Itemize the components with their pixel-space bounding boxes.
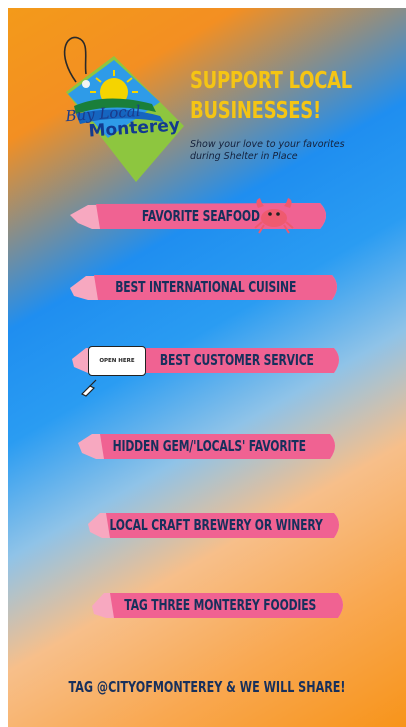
prompt-label: HIDDEN GEM/'LOCALS' FAVORITE bbox=[112, 437, 306, 455]
subline-line-1: Show your love to your favorites bbox=[190, 139, 345, 150]
subline-line-2: during Shelter in Place bbox=[190, 151, 298, 162]
prompt-label: BEST INTERNATIONAL CUISINE bbox=[115, 278, 297, 296]
prompt-local-craft-brewery: LOCAL CRAFT BREWERY OR WINERY bbox=[88, 510, 344, 540]
headline-line-2: BUSINESSES! bbox=[190, 98, 321, 124]
prompt-tag-three-foodies: TAG THREE MONTEREY FOODIES bbox=[92, 590, 348, 620]
prompt-label: FAVORITE SEAFOOD bbox=[142, 207, 260, 225]
pointing-hand-icon bbox=[80, 379, 97, 397]
prompt-hidden-gem: HIDDEN GEM/'LOCALS' FAVORITE bbox=[78, 431, 340, 461]
prompt-best-international-cuisine: BEST INTERNATIONAL CUISINE bbox=[70, 272, 342, 302]
headline-line-1: SUPPORT LOCAL bbox=[190, 68, 353, 94]
logo-text: Buy Local Monterey bbox=[65, 100, 187, 142]
service-bell-sticker: OPEN HERE bbox=[88, 346, 146, 376]
poster: Buy Local Monterey SUPPORT LOCAL BUSINES… bbox=[8, 8, 406, 727]
bell-text: OPEN HERE bbox=[99, 358, 135, 364]
prompt-label: LOCAL CRAFT BREWERY OR WINERY bbox=[109, 516, 323, 534]
headline: SUPPORT LOCAL BUSINESSES! bbox=[190, 66, 353, 126]
prompt-label: TAG THREE MONTEREY FOODIES bbox=[124, 596, 316, 614]
crab-icon bbox=[254, 198, 294, 234]
footer-call-to-action: TAG @CITYOFMONTEREY & WE WILL SHARE! bbox=[68, 678, 346, 696]
prompt-label: BEST CUSTOMER SERVICE bbox=[160, 351, 314, 369]
subline: Show your love to your favorites during … bbox=[190, 139, 395, 163]
